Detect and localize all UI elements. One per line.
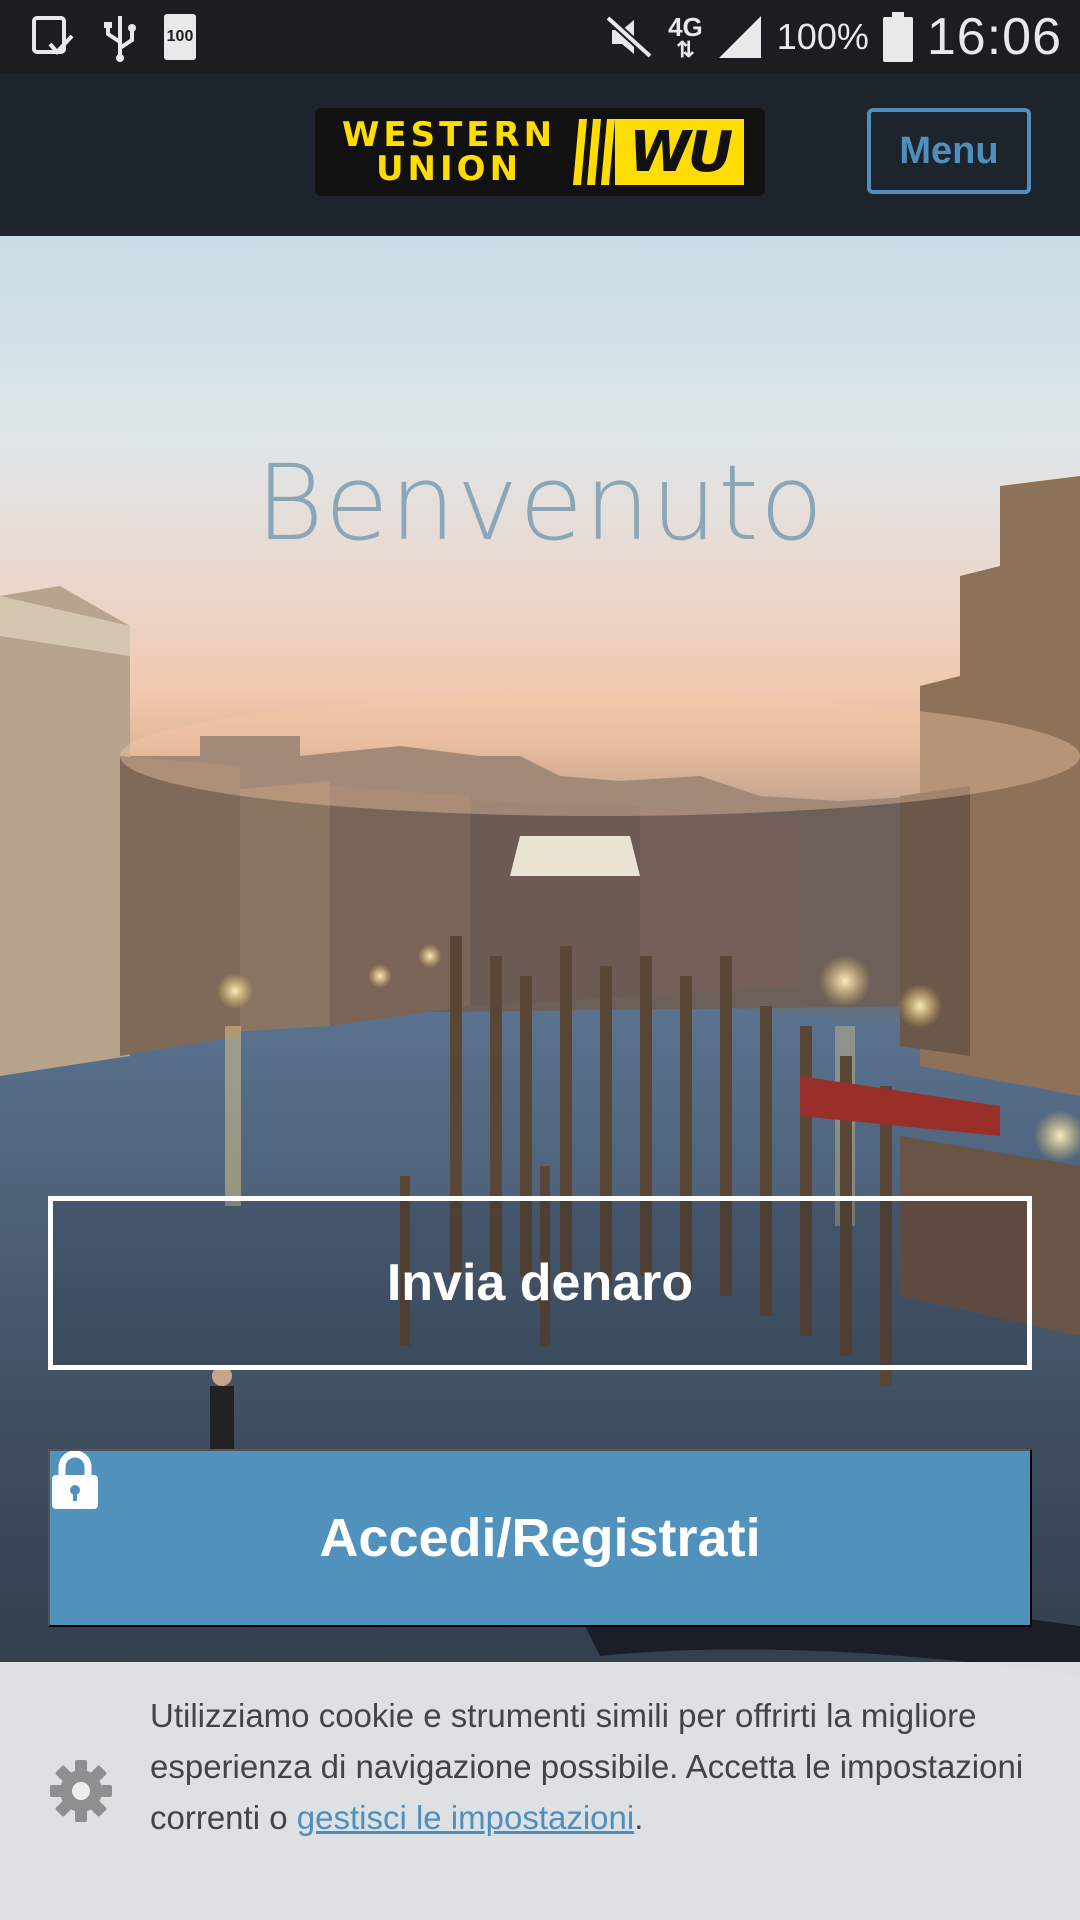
clock: 16:06 — [926, 8, 1062, 66]
send-money-button[interactable]: Invia denaro — [48, 1196, 1032, 1370]
signal-icon — [718, 16, 761, 58]
welcome-title: Benvenuto — [255, 442, 825, 564]
battery-percent: 100% — [776, 16, 869, 57]
download-done-icon — [32, 16, 74, 55]
lock-icon — [52, 1451, 98, 1509]
menu-button[interactable]: Menu — [867, 108, 1031, 194]
site-header: WESTERN UNION WU Menu — [0, 74, 1080, 236]
usb-icon — [104, 16, 136, 62]
mute-icon — [605, 15, 653, 59]
battery-icon — [882, 12, 913, 62]
manage-settings-link[interactable]: gestisci le impostazioni — [297, 1799, 634, 1836]
logo-line-2: UNION — [375, 149, 523, 189]
logo-mark: WU — [615, 119, 745, 185]
logo-wordmark: WESTERN UNION — [329, 118, 569, 186]
logo-line-1: WESTERN — [341, 115, 557, 155]
gear-icon[interactable] — [48, 1758, 114, 1824]
battery-small-label: 100 — [166, 28, 194, 45]
western-union-logo[interactable]: WESTERN UNION WU — [315, 108, 765, 196]
status-icons-left: 100 — [30, 12, 196, 62]
login-register-label: Accedi/Registrati — [319, 1508, 761, 1568]
network-arrows-icon: ⇅ — [676, 37, 695, 62]
login-register-button[interactable]: Accedi/Registrati — [48, 1449, 1032, 1627]
cookie-trailing: . — [634, 1799, 644, 1836]
cookie-banner: Utilizziamo cookie e strumenti simili pe… — [0, 1662, 1080, 1920]
cookie-message: Utilizziamo cookie e strumenti simili pe… — [150, 1690, 1030, 1843]
network-type: 4G ⇅ — [668, 14, 703, 62]
status-bar: 100 4G ⇅ 100% 16:06 — [0, 0, 1080, 74]
status-icons-right: 4G ⇅ 100% 16:06 — [604, 0, 1062, 74]
battery-full-small-icon: 100 — [164, 14, 196, 60]
